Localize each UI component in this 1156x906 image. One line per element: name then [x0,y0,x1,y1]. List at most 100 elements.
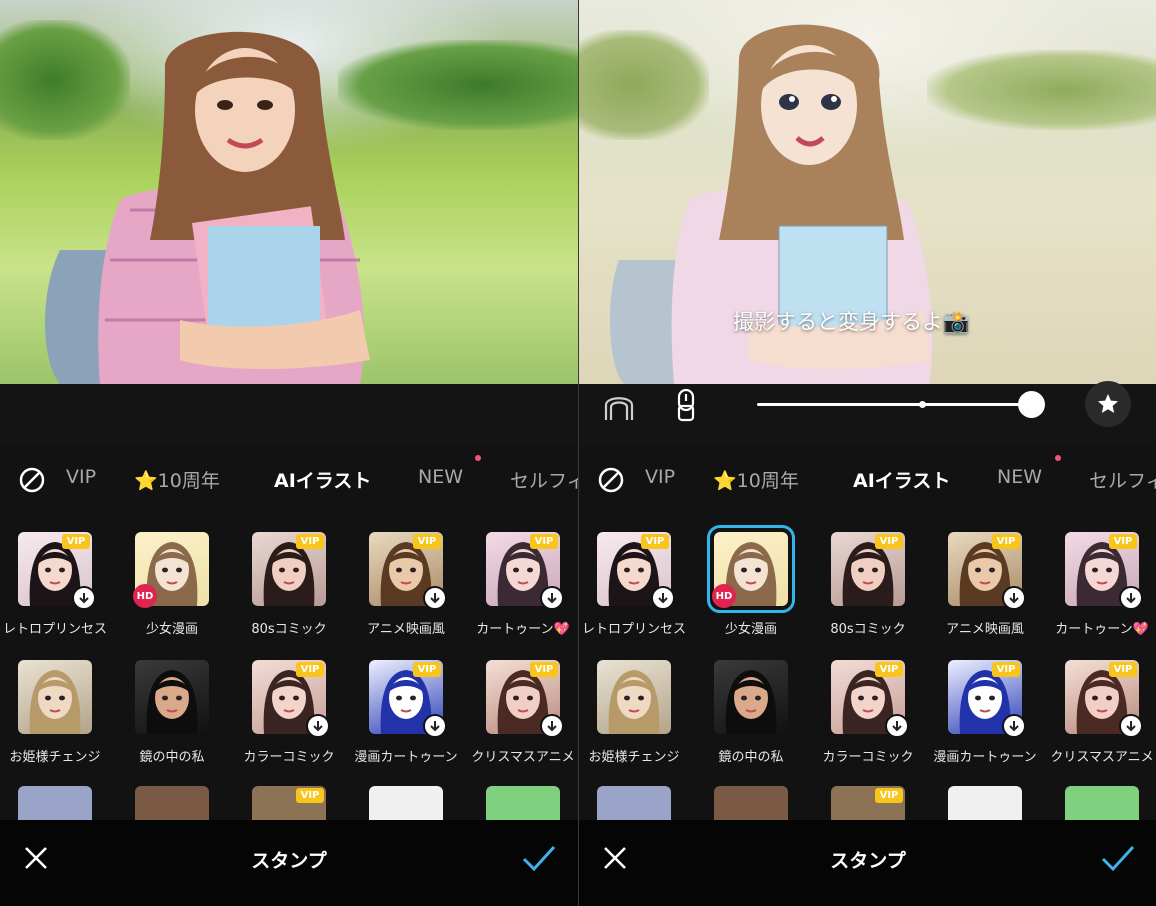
download-icon[interactable] [423,714,447,738]
checkmark-icon[interactable] [1099,842,1137,874]
download-icon[interactable] [423,586,447,610]
sticker-thumbnail-art [146,670,198,734]
download-icon[interactable] [306,714,330,738]
vip-badge: VIP [992,534,1020,549]
hd-badge: HD [712,584,736,608]
sticker-label: 鏡の中の私 [718,750,784,765]
left-panel: VIP ⭐10周年 AIイラスト NEW セルフィ スタンプ VIP レトロプリン… [0,0,578,906]
sticker-label: レトロプリンセス [581,622,686,637]
tab-vip[interactable]: VIP [66,466,96,488]
sticker-label: 少女漫画 [724,622,777,637]
vip-badge: VIP [413,534,441,549]
new-indicator-dot [475,455,481,461]
sticker-label: カートゥーン💖 [1055,622,1149,637]
sticker-thumbnail[interactable] [714,660,788,734]
strength-slider-track[interactable] [757,403,1031,406]
sticker-thumbnail[interactable] [18,786,92,820]
vip-badge: VIP [530,662,558,677]
sticker-label: お姫様チェンジ [588,750,680,765]
download-icon[interactable] [651,586,675,610]
screen-title: スタンプ [251,850,327,872]
sticker-thumbnail[interactable] [597,660,671,734]
favorite-button[interactable] [1085,381,1131,427]
tab-new[interactable]: NEW [418,466,463,488]
sticker-label: クリスマスアニメ [1050,750,1154,765]
strength-slider-midpoint [919,401,926,408]
sticker-label: クリスマスアニメ [471,750,575,765]
tab-ai-illust[interactable]: AIイラスト [853,466,950,493]
vip-badge: VIP [875,788,903,803]
vip-badge: VIP [296,788,324,803]
sticker-label: 漫画カートゥーン [354,750,458,765]
sticker-thumbnail[interactable] [369,786,443,820]
sticker-thumbnail[interactable] [948,786,1022,820]
sticker-label: カラーコミック [243,750,335,765]
download-icon[interactable] [1119,714,1143,738]
download-icon[interactable] [540,714,564,738]
camera-hint-text: 撮影すると変身するよ📸 [733,310,970,334]
star-icon [1098,394,1118,413]
sticker-label: 80sコミック [830,622,906,637]
sticker-label: 80sコミック [251,622,327,637]
vip-badge: VIP [62,534,90,549]
checkmark-icon[interactable] [520,842,558,874]
sticker-label: 少女漫画 [145,622,198,637]
vip-badge: VIP [1109,534,1137,549]
sticker-thumbnail[interactable] [714,786,788,820]
tab-new[interactable]: NEW [997,466,1042,488]
camera-preview-original[interactable] [0,0,578,384]
prohibit-icon[interactable] [597,466,625,494]
vip-badge: VIP [296,534,324,549]
vip-badge: VIP [296,662,324,677]
vip-badge: VIP [1109,662,1137,677]
strength-slider-handle[interactable] [1018,391,1045,418]
vip-badge: VIP [530,534,558,549]
vip-badge: VIP [641,534,669,549]
download-icon[interactable] [1002,714,1026,738]
screen-title: スタンプ [830,850,906,872]
sticker-label: お姫様チェンジ [9,750,101,765]
vip-badge: VIP [875,534,903,549]
sticker-thumbnail[interactable]: VIP [831,532,905,606]
download-icon[interactable] [1002,586,1026,610]
tab-vip[interactable]: VIP [645,466,675,488]
vip-badge: VIP [875,662,903,677]
tab-selfie[interactable]: セルフィ [1089,466,1156,493]
sticker-label: カートゥーン💖 [476,622,570,637]
sticker-label: アニメ映画風 [367,622,445,637]
sticker-thumbnail[interactable]: VIP [252,532,326,606]
sticker-thumbnail[interactable]: VIP [831,786,905,820]
prohibit-icon[interactable] [18,466,46,494]
sticker-thumbnail[interactable] [486,786,560,820]
download-icon[interactable] [540,586,564,610]
sticker-thumbnail[interactable] [135,660,209,734]
sticker-thumbnail[interactable] [18,660,92,734]
sticker-thumbnail[interactable]: VIP [252,786,326,820]
sticker-label: 漫画カートゥーン [933,750,1037,765]
tab-10th-anniversary[interactable]: ⭐10周年 [713,466,799,493]
sticker-thumbnail[interactable] [1065,786,1139,820]
tab-10th-anniversary[interactable]: ⭐10周年 [134,466,220,493]
new-indicator-dot [1055,455,1061,461]
right-panel: 撮影すると変身するよ📸 VIP ⭐10周年 AIイラスト NEW セルフィ スタ… [578,0,1156,906]
sticker-label: アニメ映画風 [946,622,1024,637]
sticker-thumbnail-art [725,670,777,734]
vip-badge: VIP [992,662,1020,677]
download-icon[interactable] [885,714,909,738]
download-icon[interactable] [1119,586,1143,610]
brush-icon[interactable] [673,388,699,424]
hd-badge: HD [133,584,157,608]
sticker-thumbnail-art [29,670,81,734]
sticker-label: レトロプリンセス [2,622,107,637]
sticker-thumbnail[interactable] [597,786,671,820]
face-outline-icon[interactable] [601,388,637,424]
sticker-thumbnail[interactable] [135,786,209,820]
photo-subject [45,31,370,384]
tool-bar [579,384,1156,446]
download-icon[interactable] [72,586,96,610]
tab-selfie[interactable]: セルフィ [510,466,578,493]
tab-ai-illust[interactable]: AIイラスト [274,466,371,493]
sticker-label: カラーコミック [822,750,914,765]
sticker-label: 鏡の中の私 [139,750,205,765]
sticker-thumbnail-art [608,670,660,734]
